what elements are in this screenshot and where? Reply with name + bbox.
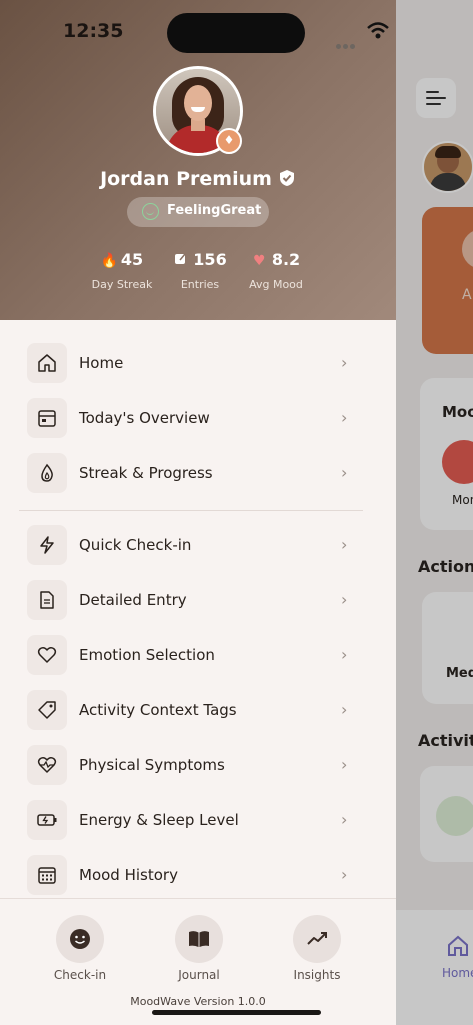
premium-badge-icon: ♦ — [216, 128, 242, 154]
menu-item-label: Streak & Progress — [79, 464, 213, 482]
chevron-right-icon: › — [341, 353, 348, 372]
home-icon — [38, 354, 56, 372]
side-drawer: 12:35 ♦ Jordan Premium FeelingGreat 🔥 45 … — [0, 0, 396, 1025]
dynamic-island — [167, 13, 305, 53]
menu-item-label: Physical Symptoms — [79, 756, 225, 774]
chevron-right-icon: › — [341, 645, 348, 664]
calendar-grid-icon — [38, 867, 56, 884]
chevron-right-icon: › — [341, 810, 348, 829]
menu-item-emotion-selection[interactable]: Emotion Selection › — [0, 627, 396, 682]
home-indicator[interactable] — [152, 1010, 321, 1015]
menu-item-activity-context-tags[interactable]: Activity Context Tags › — [0, 682, 396, 737]
menu-item-label: Detailed Entry — [79, 591, 187, 609]
heart-icon — [37, 647, 57, 663]
menu-item-streak-progress[interactable]: Streak & Progress › — [0, 445, 396, 500]
flame-icon — [41, 463, 53, 482]
menu-item-label: Home — [79, 354, 124, 372]
stat-mood-value: 8.2 — [271, 250, 301, 269]
menu-item-quick-check-in[interactable]: Quick Check-in › — [0, 517, 396, 572]
smiley-icon — [142, 203, 159, 220]
menu-item-mood-history[interactable]: Mood History › — [0, 847, 396, 902]
menu-item-label: Energy & Sleep Level — [79, 811, 239, 829]
insights-button[interactable]: Insights — [277, 915, 357, 982]
chevron-right-icon: › — [341, 700, 348, 719]
app-version: MoodWave Version 1.0.0 — [130, 995, 266, 1008]
menu-item-label: Mood History — [79, 866, 178, 884]
verified-icon — [279, 170, 294, 186]
heart-icon: ♥ — [253, 253, 266, 269]
chevron-right-icon: › — [341, 590, 348, 609]
stat-mood-label: Avg Mood — [249, 278, 303, 291]
profile-name: Jordan Premium — [0, 168, 396, 190]
signal-icon — [336, 34, 360, 49]
document-icon — [40, 591, 54, 609]
stat-mood: ♥ 8.2 Avg Mood — [226, 250, 326, 291]
chevron-right-icon: › — [341, 408, 348, 427]
battery-icon — [37, 814, 57, 826]
profile-header: 12:35 ♦ Jordan Premium FeelingGreat 🔥 45 … — [0, 0, 396, 320]
menu-item-label: Emotion Selection — [79, 646, 215, 664]
mood-status-pill[interactable]: FeelingGreat — [127, 197, 269, 227]
check-in-label: Check-in — [53, 968, 107, 982]
menu-divider — [19, 510, 363, 511]
menu-item-label: Activity Context Tags — [79, 701, 237, 719]
status-time: 12:35 — [63, 20, 124, 42]
check-in-button[interactable]: Check-in — [40, 915, 120, 982]
insights-label: Insights — [293, 968, 341, 982]
wifi-icon — [367, 22, 389, 39]
profile-name-text: Jordan Premium — [100, 168, 272, 190]
stat-streak-value: 45 — [120, 250, 144, 269]
edit-icon — [173, 252, 188, 269]
chevron-right-icon: › — [341, 755, 348, 774]
mood-status-text: FeelingGreat — [167, 203, 262, 218]
book-icon — [189, 931, 209, 947]
menu-item-todays-overview[interactable]: Today's Overview › — [0, 390, 396, 445]
heartbeat-icon — [37, 757, 57, 773]
chevron-right-icon: › — [341, 463, 348, 482]
chevron-right-icon: › — [341, 865, 348, 884]
calendar-icon — [38, 410, 56, 427]
menu-item-label: Today's Overview — [79, 409, 210, 427]
menu-item-home[interactable]: Home › — [0, 335, 396, 390]
chevron-right-icon: › — [341, 535, 348, 554]
stat-entries-value: 156 — [193, 250, 227, 269]
smiley-icon — [70, 929, 90, 949]
journal-button[interactable]: Journal — [159, 915, 239, 982]
trend-icon — [307, 932, 327, 945]
menu-item-label: Quick Check-in — [79, 536, 192, 554]
tag-icon — [38, 701, 56, 719]
lightning-icon — [40, 536, 54, 554]
flame-icon: 🔥 — [100, 253, 119, 269]
journal-label: Journal — [178, 968, 220, 982]
menu-item-physical-symptoms[interactable]: Physical Symptoms › — [0, 737, 396, 792]
drawer-footer: Check-in Journal Insights MoodWave Versi… — [0, 898, 396, 1025]
menu-item-detailed-entry[interactable]: Detailed Entry › — [0, 572, 396, 627]
menu-item-energy-sleep[interactable]: Energy & Sleep Level › — [0, 792, 396, 847]
